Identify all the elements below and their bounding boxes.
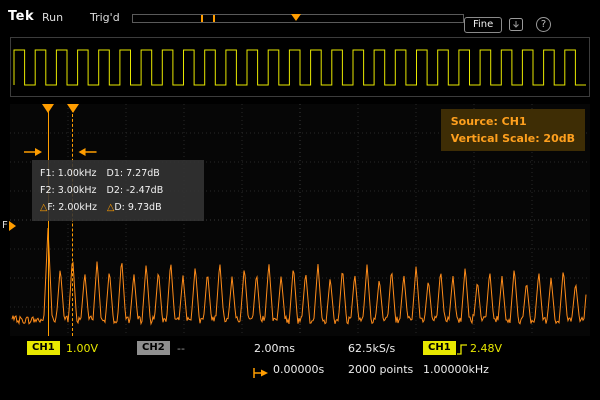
- window-marker-left-icon: [201, 15, 203, 22]
- marker-arrow-icon: [9, 221, 16, 231]
- cursor-2-handle[interactable]: [67, 104, 79, 113]
- save-icon-glyph: [508, 17, 524, 32]
- save-icon[interactable]: [508, 17, 524, 36]
- record-length-value: 2000 points: [348, 363, 413, 376]
- cursor-readout-box: F1: 1.00kHz D1: 7.27dB F2: 3.00kHz D2: -2.…: [32, 160, 204, 221]
- cursor1-freq-value: F1: 1.00kHz: [40, 168, 97, 179]
- help-icon[interactable]: ?: [536, 17, 551, 32]
- cursor-delta-readout: △F: 2.00kHz△D: 9.73dB: [40, 199, 196, 216]
- fft-position-marker: F: [2, 220, 16, 231]
- trigger-source-badge: CH1: [423, 341, 456, 355]
- ch1-scale-value: 1.00V: [66, 342, 98, 355]
- delta-freq-value: F: 2.00kHz: [47, 202, 97, 213]
- horizontal-position-icon: [252, 364, 269, 383]
- sample-rate-value: 62.5kS/s: [348, 342, 395, 355]
- fft-source-box: Source: CH1 Vertical Scale: 20dB: [441, 109, 585, 151]
- trigger-position-icon[interactable]: [291, 14, 301, 21]
- cursor2-readout: F2: 3.00kHz D2: -2.47dB: [40, 182, 196, 199]
- window-marker-right-icon: [213, 15, 215, 22]
- horizontal-position-bar[interactable]: [132, 14, 464, 23]
- horizontal-position-value: 0.00000s: [273, 363, 324, 376]
- fft-marker-label: F: [2, 220, 8, 231]
- ch1-waveform-path: [14, 50, 586, 85]
- fft-source-label: Source: CH1: [451, 113, 575, 130]
- ch2-scale-value: --: [177, 342, 185, 355]
- fft-display-area: F1: 1.00kHz D1: 7.27dB F2: 3.00kHz D2: -2.…: [10, 104, 590, 336]
- ch2-badge: CH2: [137, 341, 170, 355]
- tek-logo: Tek: [8, 9, 34, 24]
- waveform-preview-panel: [10, 37, 590, 97]
- delta-db-value: D: 9.73dB: [114, 202, 161, 213]
- trigger-status: Trig'd: [90, 11, 120, 24]
- fft-trace-path: [12, 228, 586, 324]
- timebase-value: 2.00ms: [254, 342, 295, 355]
- trigger-slope-icon: [456, 341, 468, 360]
- fft-vertical-scale-label: Vertical Scale: 20dB: [451, 130, 575, 147]
- oscilloscope-screen: Tek Run Trig'd Fine ? F1: 1.00kHzD1: 7.: [0, 0, 600, 400]
- acquisition-status: Run: [42, 11, 63, 24]
- ch1-badge: CH1: [27, 341, 60, 355]
- ch1-square-waveform: [11, 38, 589, 96]
- cursor-1-handle[interactable]: [42, 104, 54, 113]
- trigger-frequency-value: 1.00000kHz: [423, 363, 489, 376]
- cursor1-db-value: D1: 7.27dB: [107, 168, 160, 179]
- trigger-level-value: 2.48V: [470, 342, 502, 355]
- cursor1-readout: F1: 1.00kHz D1: 7.27dB: [40, 165, 196, 182]
- fine-button[interactable]: Fine: [464, 17, 502, 33]
- cursor2-db-value: D2: -2.47dB: [107, 185, 164, 196]
- cursor2-freq-value: F2: 3.00kHz: [40, 185, 97, 196]
